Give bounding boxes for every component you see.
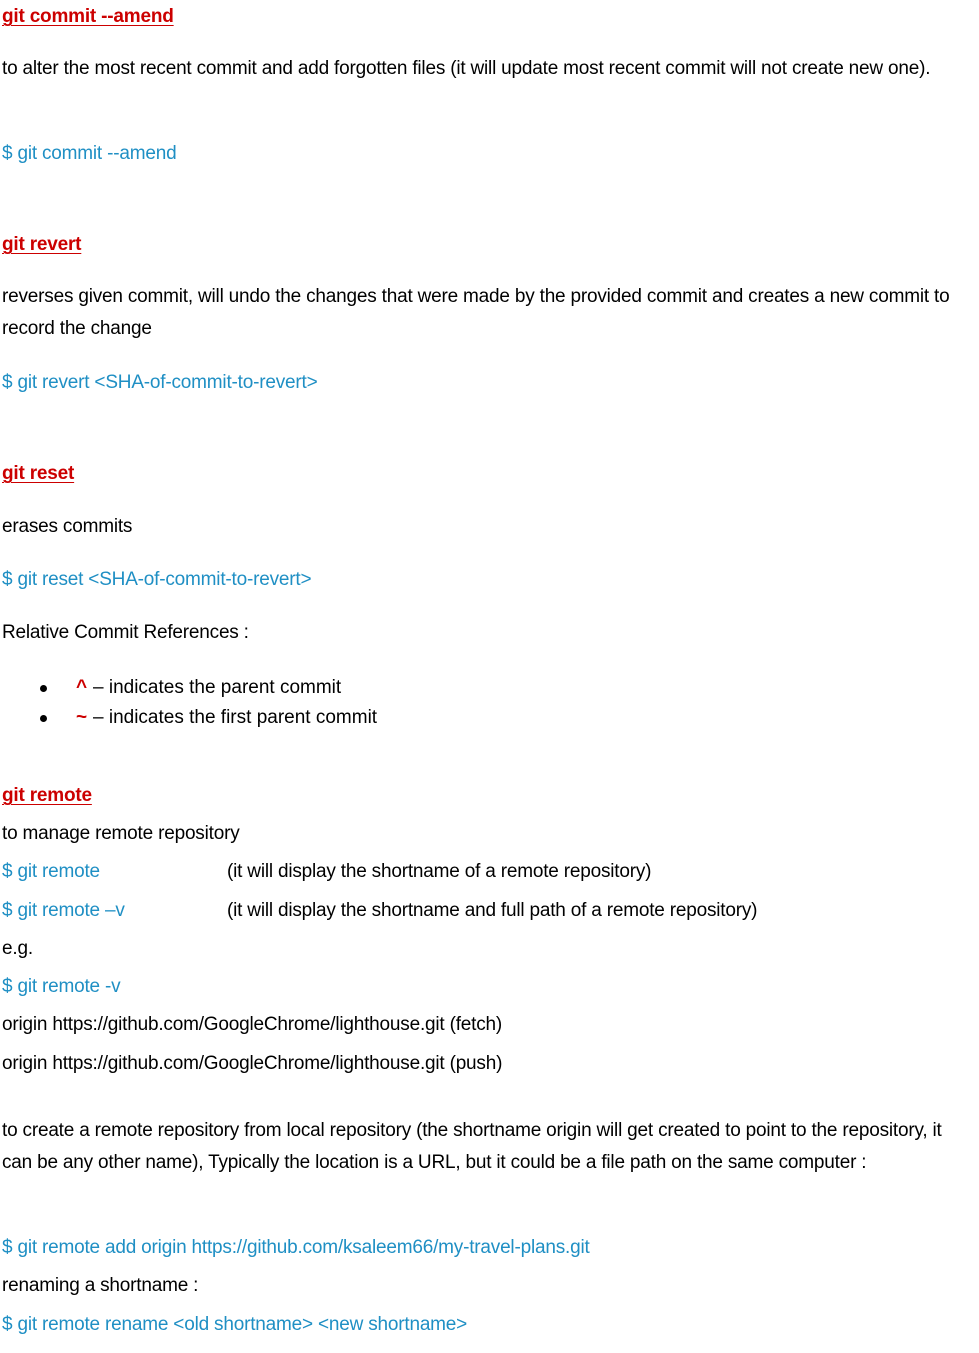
example-label: e.g. — [2, 938, 33, 959]
remote-verbose-description: (it will display the shortname and full … — [227, 900, 758, 921]
rename-label: renaming a shortname : — [2, 1275, 199, 1296]
remote-rename-command: $ git remote rename <old shortname> <new… — [2, 1314, 468, 1335]
reset-heading: git reset — [2, 463, 75, 484]
revert-heading: git revert — [2, 234, 82, 255]
example-output-push: origin https://github.com/GoogleChrome/l… — [2, 1053, 503, 1074]
create-remote-description: to create a remote repository from local… — [2, 1120, 942, 1173]
reset-command: $ git reset <SHA-of-commit-to-revert> — [2, 569, 312, 590]
bullet-icon — [40, 685, 47, 692]
revert-command: $ git revert <SHA-of-commit-to-revert> — [2, 372, 318, 393]
revert-description: reverses given commit, will undo the cha… — [2, 286, 950, 339]
caret-symbol: ^ — [76, 677, 88, 698]
relative-references-label: Relative Commit References : — [2, 622, 249, 643]
tilde-symbol: ~ — [76, 707, 88, 728]
remote-description: to manage remote repository — [2, 823, 240, 844]
remote-command-description: (it will display the shortname of a remo… — [227, 861, 652, 882]
remote-command: $ git remote — [2, 861, 100, 882]
bullet-text: – indicates the first parent commit — [93, 707, 378, 728]
amend-description: to alter the most recent commit and add … — [2, 58, 931, 79]
example-output-fetch: origin https://github.com/GoogleChrome/l… — [2, 1014, 503, 1035]
remote-heading: git remote — [2, 785, 92, 806]
example-command: $ git remote -v — [2, 976, 121, 997]
remote-add-command: $ git remote add origin https://github.c… — [2, 1237, 590, 1258]
bullet-icon — [40, 715, 47, 722]
reset-description: erases commits — [2, 516, 133, 537]
amend-command: $ git commit --amend — [2, 143, 177, 164]
bullet-text: – indicates the parent commit — [93, 677, 342, 698]
amend-heading: git commit --amend — [2, 6, 174, 27]
remote-verbose-command: $ git remote –v — [2, 900, 125, 921]
